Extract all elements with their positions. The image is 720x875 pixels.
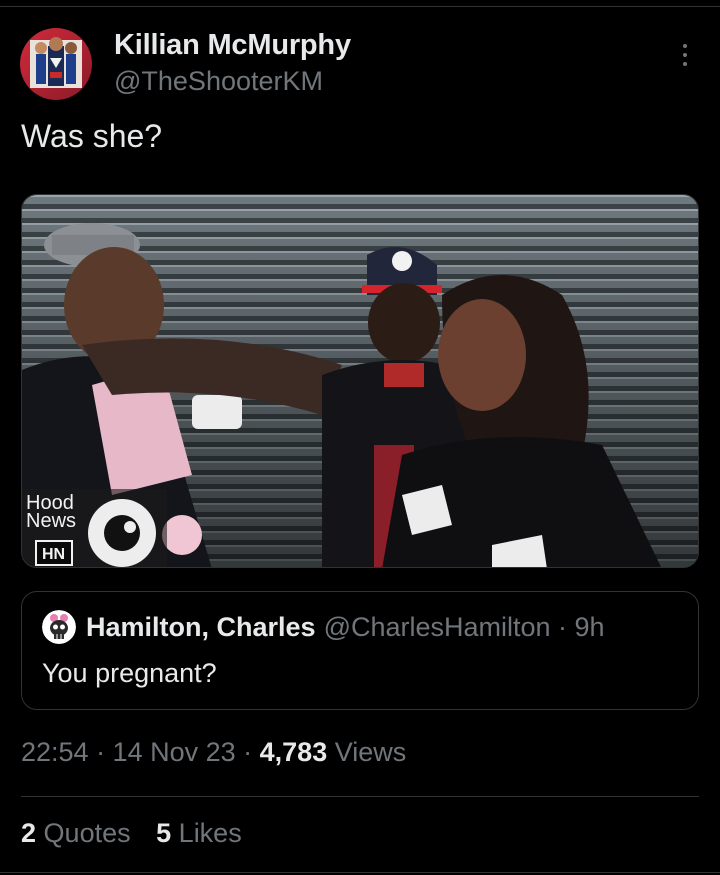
bottom-divider (0, 872, 720, 873)
tweet-header: Killian McMurphy @TheShooterKM (20, 28, 700, 102)
views-label: Views (334, 737, 407, 767)
author-names: Killian McMurphy @TheShooterKM (114, 28, 351, 98)
quotes-stat[interactable]: 2 Quotes (21, 818, 131, 848)
quoted-tweet-card[interactable]: Hamilton, Charles @CharlesHamilton · 9h … (21, 591, 699, 710)
tweet-media-image[interactable]: Hood News HN (21, 194, 699, 568)
more-options-icon[interactable] (680, 44, 690, 74)
quote-header: Hamilton, Charles @CharlesHamilton · 9h (42, 610, 605, 644)
author-display-name[interactable]: Killian McMurphy (114, 28, 351, 62)
tweet-text: Was she? (21, 118, 163, 154)
quote-text: You pregnant? (42, 658, 217, 688)
quotes-label: Quotes (43, 818, 131, 848)
top-divider (0, 6, 720, 7)
watermark-badge: HN (42, 546, 65, 563)
likes-label: Likes (178, 818, 242, 848)
likes-count: 5 (156, 818, 172, 848)
author-avatar[interactable] (20, 28, 92, 100)
quotes-count: 2 (21, 818, 37, 848)
author-handle[interactable]: @TheShooterKM (114, 64, 351, 98)
views-count: 4,783 (259, 737, 328, 767)
quote-handle-time[interactable]: @CharlesHamilton · 9h (324, 612, 605, 643)
tweet-meta: 22:54 · 14 Nov 23 · 4,783 Views (21, 737, 406, 768)
likes-stat[interactable]: 5 Likes (156, 818, 242, 848)
quote-avatar-skull-icon[interactable] (42, 610, 76, 644)
tweet-time-date[interactable]: 22:54 · 14 Nov 23 · (21, 737, 260, 767)
engagement-stats: 2 Quotes 5 Likes (21, 818, 260, 849)
divider (21, 796, 699, 797)
quote-display-name[interactable]: Hamilton, Charles (86, 612, 316, 643)
watermark-news: News (26, 510, 76, 532)
